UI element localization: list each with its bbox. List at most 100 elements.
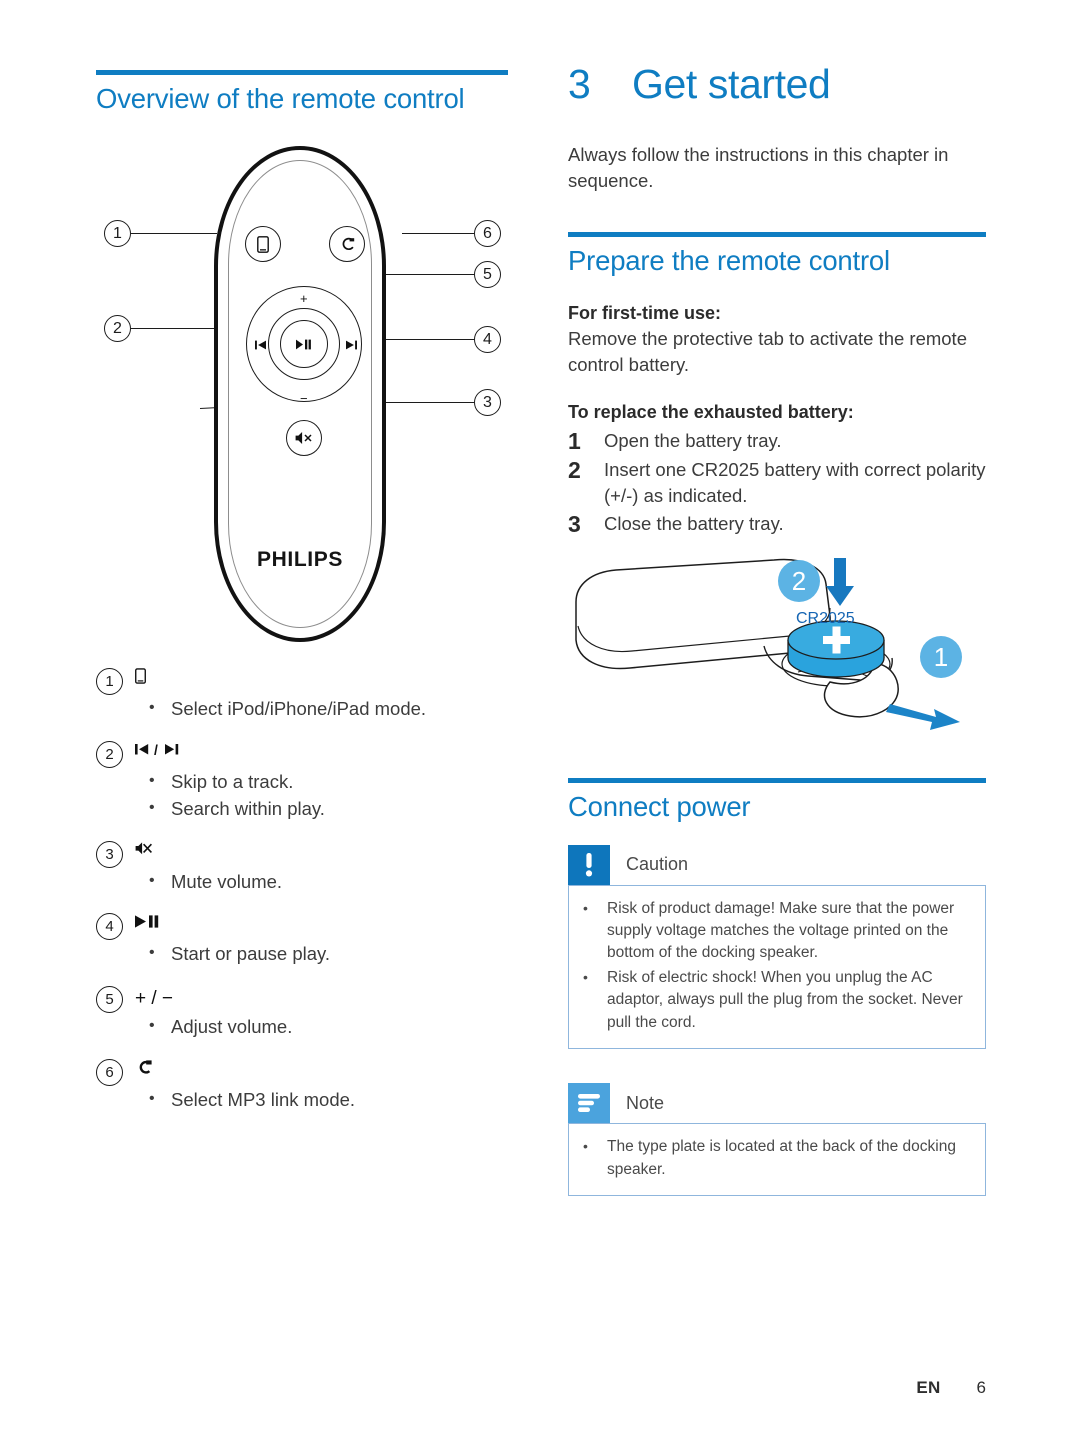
callout-marker-6: 6	[474, 220, 501, 248]
legend-item-6: 6 • Select MP3 link mode.	[96, 1059, 510, 1114]
caution-box: Caution • Risk of product damage! Make su…	[568, 844, 986, 1050]
remote-volume-up-label[interactable]: +	[300, 292, 308, 305]
caution-header: Caution	[568, 844, 986, 885]
heading-rule-connect	[568, 778, 986, 784]
list-item: 3 Close the battery tray.	[568, 511, 986, 538]
bullet-dot: •	[149, 871, 155, 889]
legend-item-3: 3 • Mute volume.	[96, 840, 510, 896]
battery-steps-list: 1 Open the battery tray. 2 Insert one CR…	[568, 428, 986, 539]
mp3-link-icon	[342, 237, 355, 251]
legend-item-1: 1 • Select iPod/iPhone/iPad mode.	[96, 668, 510, 723]
step-number: 3	[568, 511, 581, 538]
list-item: • Adjust volume.	[135, 1014, 510, 1041]
footer-page-number: 6	[976, 1378, 986, 1397]
legend-item-5: 5 + / − • Adjust volume.	[96, 986, 510, 1041]
exclamation-icon-glyph	[585, 852, 593, 876]
legend-number-6: 6	[96, 1059, 123, 1087]
skip-previous-icon	[255, 340, 266, 350]
bullet-dot: •	[583, 899, 588, 916]
step-text: Close the battery tray.	[604, 513, 784, 535]
note-body: • The type plate is located at the back o…	[568, 1123, 986, 1197]
play-pause-icon	[135, 915, 159, 929]
callout-marker-1: 1	[104, 220, 131, 248]
legend-key-5: + / −	[135, 988, 174, 1010]
callout-marker-4: 4	[474, 326, 501, 354]
legend-bullets-2: • Skip to a track. • Search within play.	[135, 769, 510, 823]
leader-line-6	[402, 233, 474, 235]
footer-language: EN	[916, 1378, 941, 1397]
step-text: Open the battery tray.	[604, 429, 782, 451]
legend-key-2: /	[135, 741, 510, 767]
legend-number-5: 5	[96, 986, 123, 1014]
play-pause-icon	[296, 339, 311, 350]
list-item: • The type plate is located at the back o…	[583, 1136, 971, 1181]
chapter-heading: 3 Get started	[568, 61, 986, 108]
remote-button-ipod-mode[interactable]	[245, 226, 281, 263]
remote-button-previous[interactable]	[255, 340, 268, 350]
exclamation-icon	[568, 844, 610, 885]
chapter-intro-text: Always follow the instructions in this c…	[568, 143, 949, 192]
remote-legend-list: 1 • Select iPod/iPhone/iPad mode. 2 / • …	[96, 668, 510, 1114]
bullet-dot: •	[149, 1090, 155, 1108]
left-column: Overview of the remote control + − PHILI…	[96, 70, 510, 1114]
bullet-dot: •	[149, 772, 155, 789]
legend-key-3	[135, 841, 510, 867]
figure-badge-step-2: 2	[778, 560, 820, 603]
page-title-overview: Overview of the remote control	[96, 83, 465, 114]
step-number: 1	[568, 427, 581, 454]
legend-bullets-5: • Adjust volume.	[135, 1014, 510, 1041]
bullet-dot: •	[149, 798, 155, 816]
skip-next-icon	[346, 340, 357, 350]
list-item: 1 Open the battery tray.	[568, 428, 986, 455]
legend-number-4: 4	[96, 913, 123, 941]
legend-number-3: 3	[96, 840, 123, 868]
legend-key-1	[135, 668, 510, 694]
heading-rule-prepare	[568, 232, 986, 238]
ipod-device-icon	[257, 235, 269, 253]
list-item: • Risk of electric shock! When you unplug…	[583, 967, 971, 1034]
step-number: 2	[568, 456, 581, 483]
first-time-use-label: For first-time use:	[568, 302, 722, 323]
legend-bullets-1: • Select iPod/iPhone/iPad mode.	[135, 696, 510, 723]
callout-marker-5: 5	[474, 261, 501, 289]
list-item: • Risk of product damage! Make sure that …	[583, 898, 971, 965]
callout-marker-2: 2	[104, 315, 131, 343]
remote-button-play-pause[interactable]	[280, 320, 328, 369]
ipod-device-icon	[135, 668, 146, 684]
remote-volume-down-label[interactable]: −	[300, 392, 308, 405]
legend-item-4: 4 • Start or pause play.	[96, 913, 510, 968]
svg-text:/: /	[154, 742, 158, 758]
legend-item-2: 2 / • Skip to a track. • Search within p…	[96, 741, 510, 823]
caution-item-text: Risk of electric shock! When you unplug …	[607, 968, 963, 1031]
legend-number-2: 2	[96, 741, 123, 768]
chapter-number: 3	[568, 61, 591, 107]
mute-speaker-icon	[295, 432, 312, 445]
step-text: Insert one CR2025 battery with correct p…	[604, 458, 986, 506]
section-title-connect: Connect power	[568, 791, 751, 823]
list-item: • Select MP3 link mode.	[135, 1087, 510, 1114]
remote-button-mp3-link[interactable]	[329, 226, 365, 263]
legend-text: Select MP3 link mode.	[171, 1089, 356, 1111]
bullet-dot: •	[149, 1017, 155, 1035]
legend-text: Adjust volume.	[171, 1016, 293, 1038]
list-item: • Mute volume.	[135, 869, 510, 896]
legend-text: Start or pause play.	[171, 943, 331, 965]
caution-item-text: Risk of product damage! Make sure that t…	[607, 899, 955, 962]
mute-speaker-icon	[135, 842, 152, 854]
legend-bullets-6: • Select MP3 link mode.	[135, 1087, 510, 1114]
note-box: Note • The type plate is located at the b…	[568, 1083, 986, 1197]
bullet-dot: •	[149, 944, 155, 962]
leader-line-1	[131, 233, 217, 235]
remote-button-mute[interactable]	[286, 420, 322, 457]
figure-badge-step-1: 1	[920, 636, 962, 679]
list-item: • Skip to a track.	[135, 769, 510, 796]
bullet-dot: •	[583, 1138, 588, 1155]
bullet-dot: •	[149, 699, 155, 717]
legend-text: Select iPod/iPhone/iPad mode.	[171, 698, 427, 720]
remote-body-outline: + − PHILIPS	[214, 146, 386, 643]
list-item: • Select iPod/iPhone/iPad mode.	[135, 696, 510, 723]
remote-button-next[interactable]	[344, 340, 357, 350]
caution-title: Caution	[626, 854, 689, 874]
page-footer: EN 6	[916, 1378, 986, 1398]
note-item-text: The type plate is located at the back of…	[607, 1138, 956, 1178]
